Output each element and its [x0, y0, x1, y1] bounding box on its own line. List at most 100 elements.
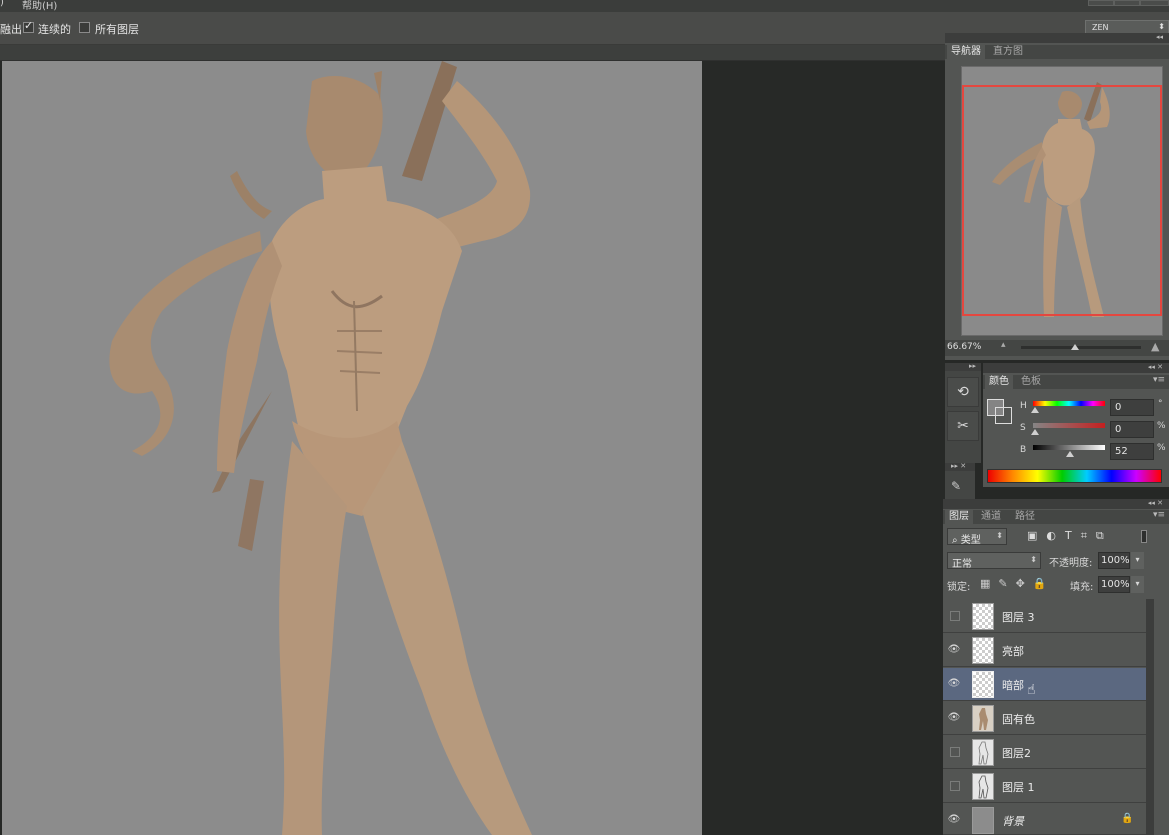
panel-menu-icon[interactable]: ▾≡ — [1153, 375, 1165, 385]
layer-row[interactable]: 图层 3 — [943, 600, 1146, 633]
layer-thumbnail — [972, 807, 994, 834]
layers-tabs: 图层 通道 路径 ▾≡ — [943, 510, 1169, 524]
layer-filter-value: 类型 — [960, 535, 981, 546]
layer-row[interactable]: 图层 1 — [943, 770, 1146, 803]
navigator-view-rect[interactable] — [962, 85, 1162, 316]
fill-label: 填充: — [1070, 582, 1094, 593]
visibility-toggle[interactable] — [950, 747, 960, 757]
color-tabs: 颜色 色板 ▾≡ — [983, 375, 1169, 389]
b-slider-knob[interactable] — [1066, 451, 1075, 457]
minimize-button[interactable] — [1088, 0, 1114, 6]
eye-icon[interactable]: 👁 — [947, 644, 961, 656]
brush-preset-icon[interactable]: ✎ — [951, 479, 961, 493]
menu-item-partial[interactable]: ) — [0, 0, 4, 8]
panel-header-collapse[interactable]: ◂◂ — [945, 33, 1169, 43]
zoom-slider[interactable] — [1021, 346, 1141, 349]
layer-thumbnail — [972, 739, 994, 766]
option-partial-label: 融出 — [0, 23, 22, 36]
fill-dropdown[interactable]: ▾ — [1131, 576, 1144, 593]
artwork-figure — [109, 61, 532, 835]
layer-thumbnail — [972, 671, 994, 698]
layers-scrollbar[interactable] — [1146, 599, 1154, 835]
layer-name: 图层2 — [1002, 747, 1031, 760]
layer-row[interactable]: 👁 亮部 — [943, 634, 1146, 667]
chevron-down-icon: ⬍ — [1158, 22, 1165, 31]
layers-menu-icon[interactable]: ▾≡ — [1153, 510, 1165, 520]
h-slider-knob[interactable] — [1031, 407, 1039, 413]
s-label: S — [1020, 423, 1026, 433]
maximize-button[interactable] — [1114, 0, 1140, 6]
lock-icon: 🔒 — [1121, 813, 1134, 824]
workspace-label: ZEN — [1092, 23, 1109, 32]
layer-thumbnail — [972, 705, 994, 732]
zoom-out-icon[interactable]: ▴ — [1001, 340, 1006, 350]
navigator-tabs: 导航器 直方图 — [945, 45, 1169, 59]
blend-mode-value: 正常 — [952, 559, 972, 570]
search-icon: ⌕ — [952, 535, 961, 546]
layer-thumbnail — [972, 603, 994, 630]
b-slider[interactable] — [1033, 445, 1105, 450]
opacity-dropdown[interactable]: ▾ — [1131, 552, 1144, 569]
navigator-thumbnail[interactable] — [961, 66, 1163, 336]
eye-icon[interactable]: 👁 — [947, 678, 961, 690]
tab-color[interactable]: 颜色 — [985, 375, 1013, 389]
opacity-field[interactable]: 100% — [1098, 552, 1130, 569]
h-label: H — [1020, 401, 1027, 411]
fill-field[interactable]: 100% — [1098, 576, 1130, 593]
layer-name: 背景 — [1002, 815, 1024, 828]
h-unit: ° — [1158, 399, 1163, 409]
navigator-zoom-bar: 66.67% ▴ ▲ — [945, 340, 1169, 356]
color-ramp[interactable] — [987, 469, 1162, 483]
visibility-toggle[interactable] — [950, 611, 960, 621]
tab-layers[interactable]: 图层 — [945, 510, 973, 524]
menu-help[interactable]: 帮助(H) — [22, 0, 57, 12]
layer-row[interactable]: 图层2 — [943, 736, 1146, 769]
document-canvas[interactable] — [2, 61, 702, 835]
h-slider[interactable] — [1033, 401, 1105, 406]
contiguous-label: 连续的 — [38, 23, 71, 36]
hand-cursor-icon: ☝ — [1027, 682, 1036, 698]
s-slider-knob[interactable] — [1031, 429, 1039, 435]
contiguous-checkbox[interactable] — [23, 19, 34, 33]
menu-bar: ) 帮助(H) — [0, 0, 1169, 12]
s-field[interactable]: 0 — [1110, 421, 1154, 438]
h-field[interactable]: 0 — [1110, 399, 1154, 416]
layer-row[interactable]: 👁 固有色 — [943, 702, 1146, 735]
background-swatch[interactable] — [995, 407, 1012, 424]
s-slider[interactable] — [1033, 423, 1105, 428]
layer-name: 亮部 — [1002, 645, 1024, 658]
tools-icon[interactable]: ✂ — [947, 411, 979, 441]
blend-mode-select[interactable]: 正常 ⬍ — [947, 552, 1041, 570]
layer-filter-select[interactable]: ⌕ 类型 ⬍ — [947, 528, 1007, 546]
visibility-toggle[interactable] — [950, 781, 960, 791]
close-window-button[interactable] — [1140, 0, 1169, 6]
eye-icon[interactable]: 👁 — [947, 712, 961, 724]
opacity-label: 不透明度: — [1049, 558, 1093, 569]
layer-row-background[interactable]: 👁 背景 🔒 — [943, 804, 1146, 835]
layer-thumbnail — [972, 773, 994, 800]
filter-toggle[interactable] — [1141, 530, 1147, 543]
tab-channels[interactable]: 通道 — [977, 510, 1005, 524]
b-unit: % — [1157, 443, 1166, 453]
tab-histogram[interactable]: 直方图 — [989, 45, 1027, 59]
eye-icon[interactable]: 👁 — [947, 814, 961, 826]
tab-paths[interactable]: 路径 — [1011, 510, 1039, 524]
history-icon[interactable]: ⟲ — [947, 377, 979, 407]
tab-navigator[interactable]: 导航器 — [947, 45, 985, 59]
layer-name: 图层 3 — [1002, 611, 1035, 624]
all-layers-label: 所有图层 — [95, 23, 139, 36]
layer-name: 暗部 — [1002, 679, 1024, 692]
layer-filter-icons[interactable]: ▣◐T⌗⧉ — [1027, 529, 1113, 543]
b-field[interactable]: 52 — [1110, 443, 1154, 460]
all-layers-checkbox[interactable] — [79, 22, 90, 33]
layer-name: 固有色 — [1002, 713, 1035, 726]
zoom-value[interactable]: 66.67% — [947, 342, 981, 352]
pasteboard — [702, 61, 945, 835]
color-panel: ◂◂ ✕ 颜色 色板 ▾≡ H 0 ° S 0 % B 52 % — [983, 363, 1169, 487]
lock-icons[interactable]: ▦✎✥🔒 — [980, 577, 1055, 590]
tab-swatches[interactable]: 色板 — [1017, 375, 1045, 389]
zoom-slider-knob[interactable] — [1071, 344, 1079, 350]
layer-row-selected[interactable]: 👁 暗部 ☝ — [943, 668, 1146, 701]
tool-dock-2: ▸▸ ✕ ✎ — [945, 462, 975, 499]
zoom-in-icon[interactable]: ▲ — [1151, 340, 1159, 353]
